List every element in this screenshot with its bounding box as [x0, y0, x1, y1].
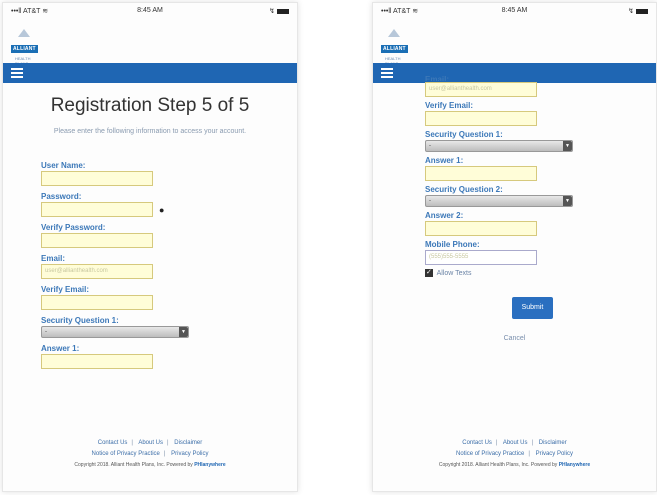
- header-logo-area: ALLIANT HEALTH PLANS: [3, 19, 297, 66]
- alliant-logo[interactable]: ALLIANT HEALTH PLANS: [381, 29, 409, 66]
- answer-1-label: Answer 1:: [425, 156, 464, 165]
- answer-1-field[interactable]: [41, 354, 153, 369]
- mountain-icon: [388, 29, 400, 37]
- logo-word: ALLIANT: [11, 45, 38, 53]
- logo-word: ALLIANT: [381, 45, 408, 53]
- email-label: Email:: [41, 254, 66, 263]
- footer-link-privacy-notice[interactable]: Notice of Privacy Practice: [92, 451, 160, 457]
- mountain-icon: [18, 29, 30, 37]
- email-label: Email:: [425, 75, 450, 81]
- security-question-1-value: -: [429, 143, 431, 149]
- security-question-1-select[interactable]: - ▼: [41, 326, 189, 338]
- footer-link-about[interactable]: About Us: [138, 440, 163, 446]
- dropdown-arrow-icon: ▼: [563, 141, 572, 151]
- footer-link-privacy-notice[interactable]: Notice of Privacy Practice: [456, 451, 524, 457]
- battery-icon: ↯: [269, 7, 289, 15]
- copyright: Copyright 2018. Alliant Health Plans, In…: [74, 462, 226, 468]
- username-field[interactable]: [41, 171, 153, 186]
- security-question-1-label: Security Question 1:: [41, 316, 119, 325]
- username-label: User Name:: [41, 161, 86, 170]
- header-logo-area: ALLIANT HEALTH PLANS: [373, 19, 656, 66]
- status-bar: •••ll AT&T ≋ 8:45 AM ↯: [373, 3, 656, 19]
- security-question-2-label: Security Question 2:: [425, 185, 503, 194]
- footer: Contact Us | About Us | Disclaimer Notice …: [373, 438, 656, 471]
- allow-texts-checkbox[interactable]: [425, 268, 433, 277]
- footer-link-privacy-policy[interactable]: Privacy Policy: [536, 451, 573, 457]
- verify-email-label: Verify Email:: [425, 101, 474, 110]
- status-time: 8:45 AM: [501, 7, 528, 14]
- hamburger-menu-icon[interactable]: [11, 68, 23, 80]
- verify-email-field[interactable]: [41, 295, 153, 310]
- mobile-phone-field[interactable]: (555)555-5555: [425, 250, 537, 265]
- show-password-icon[interactable]: ●: [159, 205, 164, 215]
- verify-password-label: Verify Password:: [41, 223, 106, 232]
- submit-button[interactable]: Submit: [512, 297, 553, 319]
- registration-form: Registration Step 5 of 5 Please enter th…: [3, 95, 297, 369]
- footer-link-contact[interactable]: Contact Us: [462, 440, 492, 446]
- security-question-2-select[interactable]: - ▼: [425, 195, 573, 207]
- security-question-1-select[interactable]: - ▼: [425, 140, 573, 152]
- verify-email-label: Verify Email:: [41, 285, 90, 294]
- answer-1-field[interactable]: [425, 166, 537, 181]
- status-bar: •••ll AT&T ≋ 8:45 AM ↯: [3, 3, 297, 19]
- footer: Contact Us | About Us | Disclaimer Notice …: [3, 438, 297, 471]
- nav-bar: [3, 63, 297, 83]
- security-question-1-value: -: [45, 329, 47, 335]
- answer-2-label: Answer 2:: [425, 211, 464, 220]
- password-label: Password:: [41, 192, 82, 201]
- footer-link-privacy-policy[interactable]: Privacy Policy: [171, 451, 208, 457]
- page-title: Registration Step 5 of 5: [50, 95, 250, 116]
- answer-1-label: Answer 1:: [41, 344, 80, 353]
- footer-link-about[interactable]: About Us: [503, 440, 528, 446]
- footer-link-disclaimer[interactable]: Disclaimer: [539, 440, 567, 446]
- email-field[interactable]: user@allianthealth.com: [41, 264, 153, 279]
- security-question-1-label: Security Question 1:: [425, 130, 503, 139]
- security-question-2-value: -: [429, 198, 431, 204]
- cancel-link[interactable]: Cancel: [373, 335, 656, 342]
- footer-link-contact[interactable]: Contact Us: [98, 440, 128, 446]
- footer-link-disclaimer[interactable]: Disclaimer: [174, 440, 202, 446]
- mobile-phone-label: Mobile Phone:: [425, 240, 480, 249]
- phone-screen-right: •••ll AT&T ≋ 8:45 AM ↯ ALLIANT HEALTH PL…: [372, 2, 657, 492]
- dropdown-arrow-icon: ▼: [179, 327, 188, 337]
- copyright: Copyright 2018. Alliant Health Plans, In…: [438, 462, 591, 468]
- registration-form-scrolled: Email: user@allianthealth.com Verify Ema…: [373, 75, 656, 342]
- verify-email-field[interactable]: [425, 111, 537, 126]
- dropdown-arrow-icon: ▼: [563, 196, 572, 206]
- allow-texts-row[interactable]: Allow Texts: [425, 268, 656, 277]
- phone-screen-left: •••ll AT&T ≋ 8:45 AM ↯ ALLIANT HEALTH PL…: [2, 2, 298, 492]
- password-field[interactable]: [41, 202, 153, 217]
- verify-password-field[interactable]: [41, 233, 153, 248]
- answer-2-field[interactable]: [425, 221, 537, 236]
- email-field[interactable]: user@allianthealth.com: [425, 82, 537, 97]
- allow-texts-label: Allow Texts: [436, 269, 472, 277]
- status-time: 8:45 AM: [137, 7, 163, 14]
- alliant-logo[interactable]: ALLIANT HEALTH PLANS: [11, 29, 39, 66]
- page-intro: Please enter the following information t…: [53, 128, 247, 135]
- battery-icon: ↯: [628, 7, 648, 15]
